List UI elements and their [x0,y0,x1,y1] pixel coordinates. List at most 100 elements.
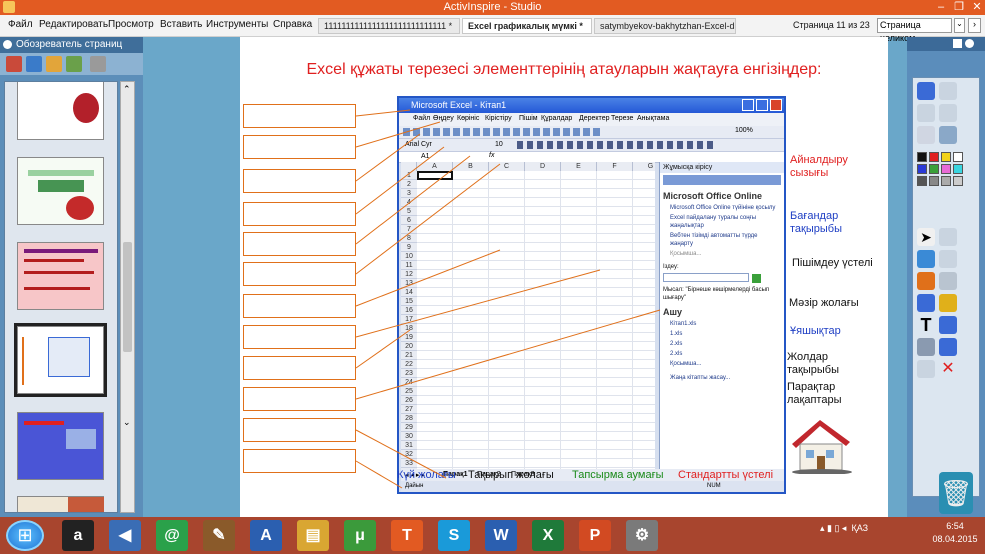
connector-icon[interactable] [939,272,957,290]
taskbar-t-app-icon[interactable]: T [391,520,423,551]
page-browser-scrollbar[interactable]: ⌃ ⌄ [120,81,135,513]
color-swatch[interactable] [941,152,951,162]
answer-box[interactable] [243,387,356,411]
media-icon[interactable] [939,294,957,312]
answer-box[interactable] [243,135,356,159]
page-thumbnail[interactable] [17,82,104,140]
toolbox-menu-icon[interactable] [953,39,962,48]
label-formatting-toolbar[interactable]: Пішімдеу үстелі [792,257,887,270]
page-thumbnail[interactable] [17,496,104,512]
page-thumbnail[interactable] [17,157,104,225]
scroll-down-icon[interactable]: ⌄ [123,417,131,428]
page-thumbnail[interactable] [17,242,104,310]
clear-icon[interactable] [917,338,935,356]
reset-icon[interactable] [939,82,957,100]
answer-box[interactable] [243,202,356,226]
maximize-button[interactable]: ❐ [950,0,968,15]
screen-capture-icon[interactable] [939,316,957,334]
answer-box[interactable] [243,232,356,256]
next-arrow-icon[interactable]: › [968,18,981,33]
taskbar-excel-icon[interactable]: X [532,520,564,551]
chevron-down-icon[interactable]: ⌄ [954,18,965,33]
trash-icon[interactable]: 🗑 [939,472,973,514]
answer-box[interactable] [243,169,356,193]
menu-tools[interactable]: Инструменты [206,19,268,30]
label-column-headers[interactable]: Бағандар тақырыбы [790,210,866,236]
clock[interactable]: 6:54 08.04.2015 [926,520,984,546]
label-task-pane[interactable]: Тапсырма аумағы [572,469,664,481]
color-swatch[interactable] [929,176,939,186]
undo-icon[interactable] [917,126,935,144]
page-thumbnail[interactable] [17,412,104,480]
redo-icon[interactable] [939,126,957,144]
answer-box[interactable] [243,294,356,318]
page-thumbnail-current[interactable] [14,323,107,397]
taskbar-activinspire-icon[interactable]: A [250,520,282,551]
taskbar-skype-icon[interactable]: S [438,520,470,551]
color-swatch[interactable] [917,152,927,162]
select-pointer-icon[interactable]: ➤ [917,228,935,246]
answer-box[interactable] [243,449,356,473]
color-swatch[interactable] [917,164,927,174]
scroll-up-icon[interactable]: ⌃ [123,84,131,95]
menu-insert[interactable]: Вставить [160,19,202,30]
label-cells[interactable]: Ұяшықтар [790,325,885,338]
main-menu-icon[interactable] [917,82,935,100]
color-swatch[interactable] [953,152,963,162]
color-swatch[interactable] [929,152,939,162]
taskbar-mail-icon[interactable]: @ [156,520,188,551]
resource-browser-icon[interactable] [26,56,42,72]
text-tool-icon[interactable]: T [917,316,935,334]
toolbox-pin-icon[interactable] [965,39,974,48]
taskbar-amazon-icon[interactable]: a [62,520,94,551]
label-menu-bar[interactable]: Мәзір жолағы [789,297,884,310]
notes-browser-icon[interactable] [66,56,82,72]
color-swatch[interactable] [929,164,939,174]
label-scrollbar[interactable]: Айналдыру сызығы [790,154,866,180]
answer-box[interactable] [243,356,356,380]
color-swatch[interactable] [953,176,963,186]
taskbar-powerpoint-icon[interactable]: P [579,520,611,551]
eraser-icon[interactable] [939,250,957,268]
page-browser-icon[interactable] [6,56,22,72]
revealer-icon[interactable] [939,338,957,356]
spotlight-icon[interactable] [917,360,935,378]
language-indicator[interactable]: ҚАЗ [851,523,868,533]
page-prev-icon[interactable] [917,104,935,122]
answer-box[interactable] [243,325,356,349]
minimize-button[interactable]: – [932,0,950,15]
taskbar-paint-icon[interactable]: ✎ [203,520,235,551]
fill-icon[interactable] [917,294,935,312]
label-status-bar[interactable]: Күй жолағы [397,469,456,481]
color-swatch[interactable] [953,164,963,174]
menu-file[interactable]: Файл [8,19,33,30]
doc-tab-3[interactable]: satymbyekov-bakhytzhan-Excel-din [594,18,736,34]
object-browser-icon[interactable] [46,56,62,72]
label-sheet-tabs[interactable]: Парақтар лақаптары [787,381,849,407]
delete-icon[interactable]: ✕ [939,360,957,378]
color-swatch[interactable] [917,176,927,186]
zoom-select[interactable]: Страница целиком [877,18,952,43]
page-next-icon[interactable] [939,104,957,122]
menu-help[interactable]: Справка [273,19,312,30]
label-standard-toolbar[interactable]: Стандартты үстелі [678,469,773,481]
menu-view[interactable]: Просмотр [108,19,154,30]
taskbar-media-icon[interactable]: ◀ [109,520,141,551]
color-swatch[interactable] [941,164,951,174]
taskbar-tool-icon[interactable]: ⚙ [626,520,658,551]
menu-edit[interactable]: Редактировать [39,19,108,30]
taskbar-word-icon[interactable]: W [485,520,517,551]
label-row-headers[interactable]: Жолдар тақырыбы [787,351,849,377]
doc-tab-1[interactable]: 1111111111111111111111111111 * [318,18,460,34]
answer-box[interactable] [243,418,356,442]
start-button[interactable]: ⊞ [6,520,44,551]
taskbar-utorrent-icon[interactable]: μ [344,520,376,551]
highlighter-icon[interactable] [917,250,935,268]
taskbar-explorer-icon[interactable]: ▤ [297,520,329,551]
doc-tab-2[interactable]: Excel графикалық мүмкі * [462,18,592,34]
color-swatch[interactable] [941,176,951,186]
answer-box[interactable] [243,262,356,286]
pen-icon[interactable] [939,228,957,246]
panel-close-icon[interactable] [3,40,12,49]
scrollbar-thumb[interactable] [123,242,132,352]
